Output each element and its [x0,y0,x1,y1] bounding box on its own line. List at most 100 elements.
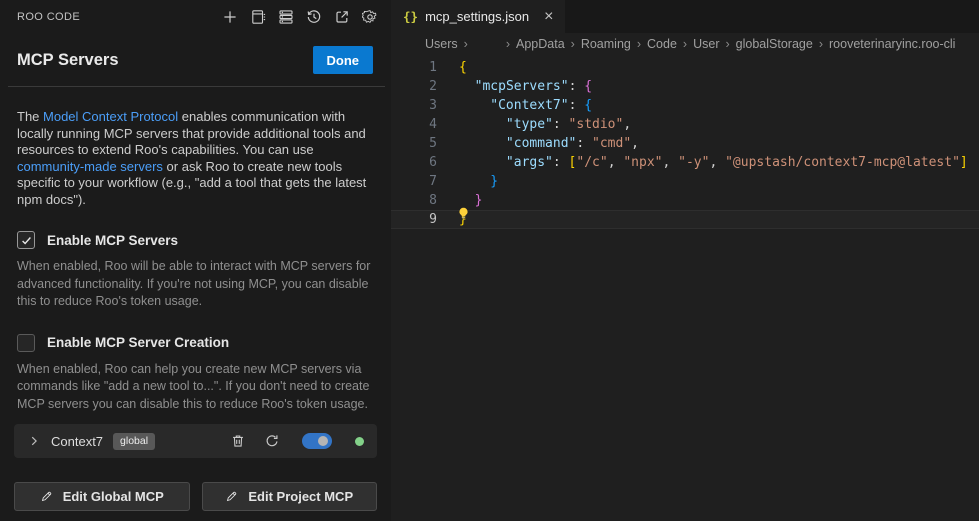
code-token: "-y" [678,155,709,170]
panel-toolbar [221,8,378,25]
code-token: : [576,136,592,151]
enable-mcp-servers-row[interactable]: Enable MCP Servers [17,231,374,249]
code-token: , [709,155,725,170]
pencil-icon [40,490,53,503]
code-token: } [475,193,483,208]
edit-mcp-buttons: Edit Global MCP Edit Project MCP [14,482,377,511]
close-icon[interactable]: × [544,9,553,25]
header-divider [8,86,385,87]
model-context-protocol-link[interactable]: Model Context Protocol [43,109,178,124]
code-line[interactable]: 8} [391,191,979,210]
code-token: : [569,79,585,94]
code-line[interactable]: 9} [391,210,979,229]
intro-text: The Model Context Protocol enables commu… [17,109,374,208]
breadcrumb-item-globalstorage[interactable]: globalStorage [736,37,813,51]
code-token: "type" [506,117,553,132]
external-link-icon[interactable] [333,8,350,25]
code-token: { [459,60,467,75]
code-line[interactable]: 5"command": "cmd", [391,134,979,153]
roo-code-panel: ROO CODE MCP Servers Done The Model Cont… [0,0,391,521]
setting-enable-mcp-server-creation: Enable MCP Server Creation When enabled,… [17,334,374,414]
breadcrumb: Users››AppData›Roaming›Code›User›globalS… [391,33,979,55]
code-line-text: "mcpServers": { [437,77,592,96]
breadcrumb-item-appdata[interactable]: AppData [516,37,565,51]
page-title: MCP Servers [17,51,119,70]
restart-server-button[interactable] [264,433,280,449]
line-number: 7 [391,172,437,191]
breadcrumb-item-users[interactable]: Users [425,37,458,51]
enable-mcp-server-creation-checkbox[interactable] [17,334,35,352]
code-token: , [608,155,624,170]
notebook-icon[interactable] [249,8,266,25]
code-token: "Context7" [490,98,568,113]
code-token: "mcpServers" [475,79,569,94]
section-header: MCP Servers Done [0,33,391,86]
toggle-knob [318,436,328,446]
code-line-text: "args": ["/c", "npx", "-y", "@upstash/co… [437,153,968,172]
code-line-text: } [437,191,482,210]
code-token: "args" [506,155,553,170]
code-line-text: } [437,172,498,191]
code-token: ] [960,155,968,170]
edit-project-mcp-label: Edit Project MCP [248,489,353,504]
code-token: , [631,136,639,151]
panel-title: ROO CODE [17,11,221,23]
breadcrumb-separator: › [637,37,641,51]
code-line[interactable]: 4"type": "stdio", [391,115,979,134]
code-token: "stdio" [569,117,624,132]
enable-mcp-server-creation-label: Enable MCP Server Creation [47,335,229,350]
gear-icon[interactable] [361,8,378,25]
code-token: { [584,79,592,94]
chevron-right-icon[interactable] [27,434,41,448]
code-line[interactable]: 7} [391,172,979,191]
enable-mcp-server-creation-row[interactable]: Enable MCP Server Creation [17,334,374,352]
pencil-icon [225,490,238,503]
enable-mcp-servers-checkbox[interactable] [17,231,35,249]
line-number: 2 [391,77,437,96]
history-icon[interactable] [305,8,322,25]
breadcrumb-item-code[interactable]: Code [647,37,677,51]
refresh-icon [264,433,280,449]
code-line-text: { [437,58,467,77]
line-number: 5 [391,134,437,153]
line-number: 4 [391,115,437,134]
tab-mcp-settings-json[interactable]: {} mcp_settings.json × [391,0,565,33]
code-token: : [569,98,585,113]
server-row-context7[interactable]: Context7 global [14,424,377,458]
checkmark-icon [20,234,33,247]
code-line[interactable]: 1{ [391,58,979,77]
edit-global-mcp-button[interactable]: Edit Global MCP [14,482,190,511]
code-token: : [553,117,569,132]
breadcrumb-separator: › [464,37,468,51]
code-line[interactable]: 3"Context7": { [391,96,979,115]
line-number: 1 [391,58,437,77]
breadcrumb-separator: › [571,37,575,51]
code-line-text: "Context7": { [437,96,592,115]
delete-server-button[interactable] [230,433,246,449]
breadcrumb-separator: › [726,37,730,51]
editor-pane: {} mcp_settings.json × Users › › AppData › Ro… [391,0,979,521]
server-icon[interactable] [277,8,294,25]
server-enabled-toggle[interactable] [302,433,332,449]
code-token: "cmd" [592,136,631,151]
breadcrumb-item-rooveterinaryinc.roo-cli[interactable]: rooveterinaryinc.roo-cli [829,37,955,51]
community-made-servers-link[interactable]: community-made servers [17,159,163,174]
code-line-text: "type": "stdio", [437,115,631,134]
line-number: 9 [391,210,437,229]
enable-mcp-servers-label: Enable MCP Servers [47,233,178,248]
code-line[interactable]: 2"mcpServers": { [391,77,979,96]
code-line[interactable]: 6"args": ["/c", "npx", "-y", "@upstash/c… [391,153,979,172]
line-number: 8 [391,191,437,210]
breadcrumb-item-roaming[interactable]: Roaming [581,37,631,51]
code-token: { [584,98,592,113]
code-token: "@upstash/context7-mcp@latest" [725,155,960,170]
enable-mcp-servers-description: When enabled, Roo will be able to intera… [17,258,374,311]
done-button[interactable]: Done [313,46,374,74]
plus-icon[interactable] [221,8,238,25]
edit-project-mcp-button[interactable]: Edit Project MCP [202,482,378,511]
code-token: "npx" [623,155,662,170]
intro-text-segment: The [17,109,43,124]
breadcrumb-item-user[interactable]: User [693,37,719,51]
setting-enable-mcp-servers: Enable MCP Servers When enabled, Roo wil… [17,231,374,311]
code-editor[interactable]: 1{2"mcpServers": {3"Context7": {4"type":… [391,55,979,521]
